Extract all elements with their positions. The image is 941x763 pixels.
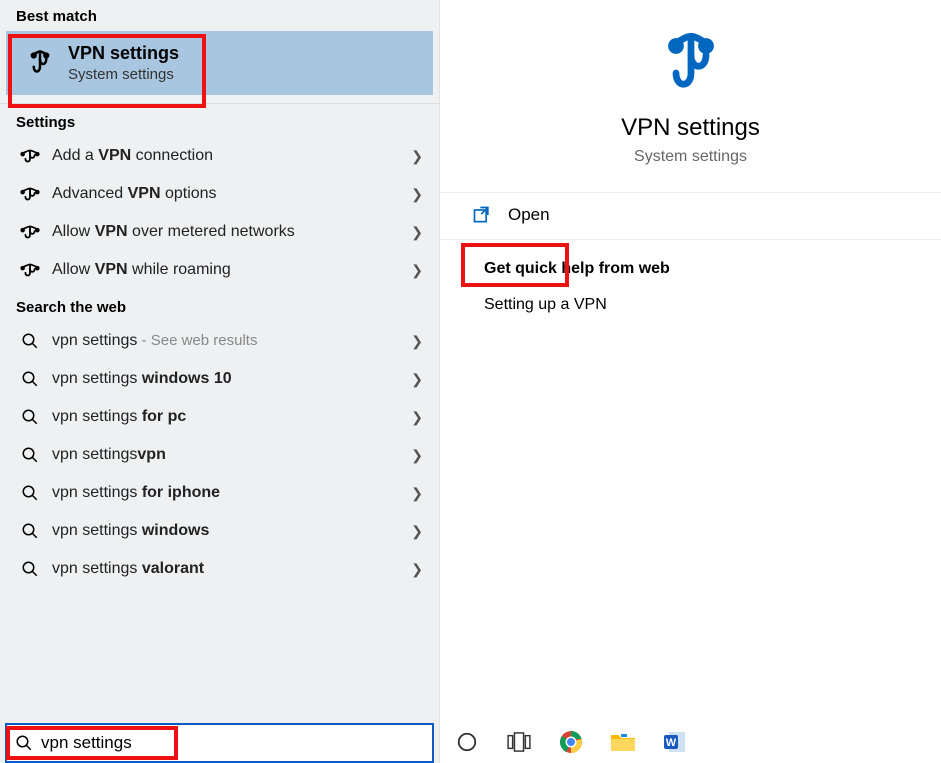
- quick-help-header: Get quick help from web: [440, 240, 941, 288]
- web-item-label: vpn settings for iphone: [52, 484, 411, 502]
- settings-item[interactable]: Advanced VPN options❯: [0, 175, 439, 213]
- web-item-label: vpn settings for pc: [52, 408, 411, 426]
- search-results-panel: Best match VPN settings System settings …: [0, 0, 440, 763]
- settings-item-label: Advanced VPN options: [52, 185, 411, 203]
- task-view-icon[interactable]: [506, 729, 532, 755]
- best-match-header: Best match: [0, 0, 439, 31]
- search-icon: [16, 408, 44, 426]
- search-icon: [16, 484, 44, 502]
- settings-item-label: Allow VPN over metered networks: [52, 223, 411, 241]
- cortana-icon[interactable]: [454, 729, 480, 755]
- vpn-large-icon: [655, 28, 727, 100]
- svg-text:W: W: [666, 737, 677, 749]
- open-label: Open: [508, 205, 550, 225]
- web-search-item[interactable]: vpn settings - See web results❯: [0, 322, 439, 360]
- web-search-item[interactable]: vpn settingsvpn❯: [0, 436, 439, 474]
- web-item-label: vpn settings windows 10: [52, 370, 411, 388]
- web-item-label: vpn settings valorant: [52, 560, 411, 578]
- detail-subtitle: System settings: [634, 148, 747, 166]
- vpn-icon: [16, 261, 44, 279]
- word-icon[interactable]: W: [662, 729, 688, 755]
- vpn-icon: [16, 147, 44, 165]
- settings-item[interactable]: Allow VPN while roaming❯: [0, 251, 439, 289]
- search-input[interactable]: [41, 733, 424, 753]
- best-match-title: VPN settings: [68, 43, 179, 64]
- web-search-item[interactable]: vpn settings valorant❯: [0, 550, 439, 588]
- search-icon: [16, 446, 44, 464]
- web-item-label: vpn settings windows: [52, 522, 411, 540]
- search-icon: [16, 522, 44, 540]
- chevron-right-icon: ❯: [411, 186, 423, 203]
- web-search-item[interactable]: vpn settings for iphone❯: [0, 474, 439, 512]
- chevron-right-icon: ❯: [411, 262, 423, 279]
- detail-title: VPN settings: [621, 114, 760, 142]
- search-web-header: Search the web: [0, 291, 439, 322]
- best-match-subtitle: System settings: [68, 66, 179, 83]
- settings-header: Settings: [0, 103, 439, 137]
- chevron-right-icon: ❯: [411, 409, 423, 426]
- search-icon: [16, 370, 44, 388]
- chevron-right-icon: ❯: [411, 561, 423, 578]
- search-box[interactable]: [5, 723, 434, 763]
- vpn-settings-icon: [22, 48, 58, 78]
- settings-item[interactable]: Add a VPN connection❯: [0, 137, 439, 175]
- web-search-item[interactable]: vpn settings windows❯: [0, 512, 439, 550]
- vpn-icon: [16, 223, 44, 241]
- search-icon: [16, 560, 44, 578]
- taskbar: W: [440, 721, 941, 763]
- chevron-right-icon: ❯: [411, 224, 423, 241]
- chrome-icon[interactable]: [558, 729, 584, 755]
- chevron-right-icon: ❯: [411, 333, 423, 350]
- settings-item-label: Add a VPN connection: [52, 147, 411, 165]
- chevron-right-icon: ❯: [411, 485, 423, 502]
- settings-item-label: Allow VPN while roaming: [52, 261, 411, 279]
- open-button[interactable]: Open: [440, 192, 941, 240]
- detail-panel: VPN settings System settings Open Get qu…: [440, 0, 941, 763]
- best-match-item[interactable]: VPN settings System settings: [6, 31, 433, 95]
- web-search-item[interactable]: vpn settings for pc❯: [0, 398, 439, 436]
- file-explorer-icon[interactable]: [610, 729, 636, 755]
- chevron-right-icon: ❯: [411, 371, 423, 388]
- search-icon: [15, 734, 35, 752]
- chevron-right-icon: ❯: [411, 523, 423, 540]
- chevron-right-icon: ❯: [411, 148, 423, 165]
- vpn-icon: [16, 185, 44, 203]
- settings-item[interactable]: Allow VPN over metered networks❯: [0, 213, 439, 251]
- chevron-right-icon: ❯: [411, 447, 423, 464]
- web-search-item[interactable]: vpn settings windows 10❯: [0, 360, 439, 398]
- help-link-setup-vpn[interactable]: Setting up a VPN: [440, 288, 941, 324]
- search-icon: [16, 332, 44, 350]
- web-item-label: vpn settings - See web results: [52, 332, 411, 350]
- web-item-label: vpn settingsvpn: [52, 446, 411, 464]
- open-icon: [472, 205, 492, 225]
